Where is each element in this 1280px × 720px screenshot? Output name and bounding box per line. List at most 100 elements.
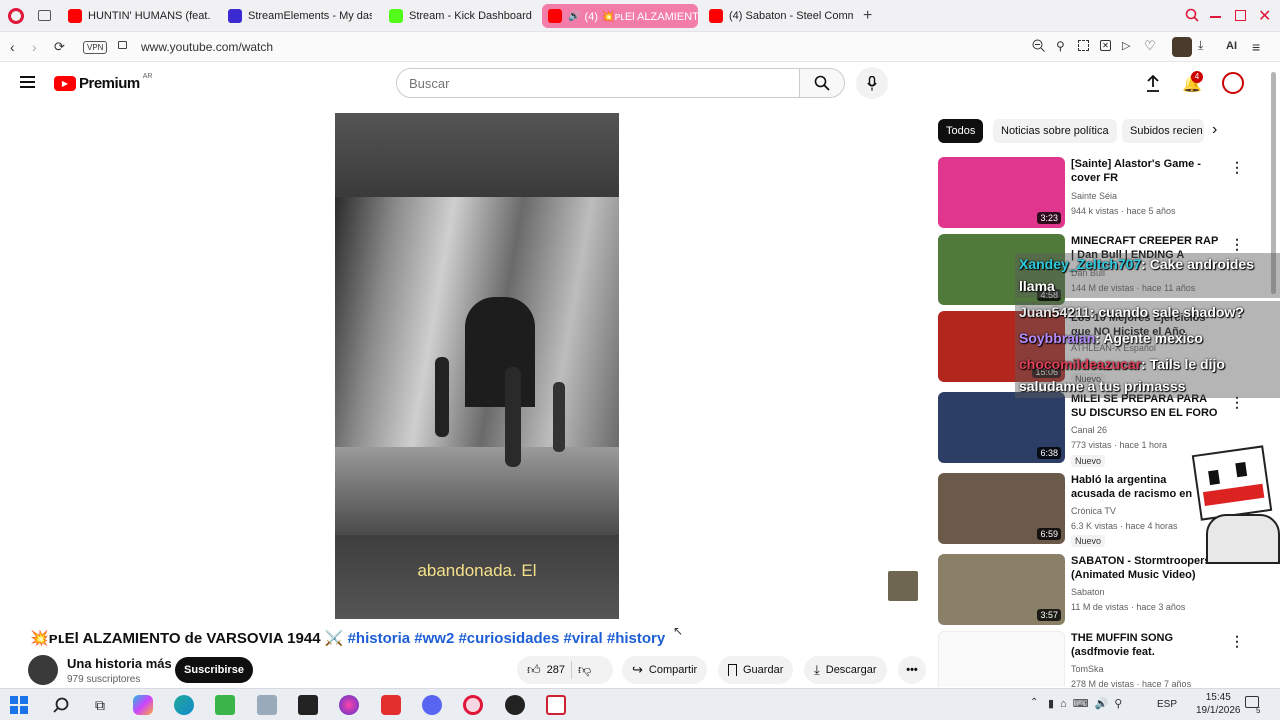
duration-badge: 3:23 <box>1037 212 1061 224</box>
app-icon[interactable] <box>546 695 566 715</box>
download-label: Descargar <box>825 664 877 676</box>
recommendation-title[interactable]: [Sainte] Alastor's Game - cover FR <box>1071 157 1221 185</box>
heart-icon[interactable]: ♡ <box>1144 38 1156 54</box>
chip-subidos[interactable]: Subidos recien <box>1122 119 1204 143</box>
recommendation-channel[interactable]: Sainte Séia <box>1071 191 1117 201</box>
profile-avatar-icon[interactable] <box>1172 37 1192 57</box>
ai-label[interactable]: AI <box>1226 40 1237 52</box>
kebab-menu-icon[interactable]: ⋮ <box>1230 237 1244 251</box>
miniplayer-thumbnail[interactable] <box>888 571 918 601</box>
video-thumbnail[interactable]: 6:38 <box>938 392 1065 463</box>
obs-icon[interactable] <box>505 695 525 715</box>
tab-label: StreamElements - My dash <box>248 10 372 22</box>
kebab-menu-icon[interactable]: ⋮ <box>1230 160 1244 174</box>
download-icon[interactable]: ⤓ <box>1198 38 1203 53</box>
speaker-icon[interactable]: 🔊 <box>568 11 580 22</box>
player-icon[interactable]: ▷ <box>1122 39 1130 52</box>
building-arch <box>465 297 535 407</box>
video-thumbnail[interactable]: 6:59 <box>938 473 1065 544</box>
search-tabs-icon[interactable] <box>1185 8 1199 22</box>
app-icon[interactable] <box>298 695 318 715</box>
app-icon[interactable] <box>381 695 401 715</box>
kebab-menu-icon[interactable]: ⋮ <box>1230 634 1244 648</box>
like-button[interactable]: 👍︎ 287 <box>527 662 565 678</box>
search-input[interactable] <box>396 68 800 98</box>
new-tab-icon[interactable]: + <box>863 7 872 25</box>
tab-sabaton[interactable]: (4) Sabaton - Steel Comm <box>703 4 853 28</box>
recommendation-item[interactable]: 3:23 [Sainte] Alastor's Game - cover FR … <box>938 157 1268 229</box>
chat-text: : Tails le dijo <box>1141 356 1225 372</box>
chip-todos[interactable]: Todos <box>938 119 984 143</box>
back-icon[interactable]: ‹ <box>10 39 15 55</box>
video-player[interactable]: abandonada. El <box>335 113 619 619</box>
pin-icon[interactable]: ⚲ <box>1056 39 1065 53</box>
account-avatar-icon[interactable] <box>1222 72 1244 94</box>
channel-avatar[interactable] <box>28 655 58 685</box>
tab-streamelements[interactable]: StreamElements - My dash <box>222 4 372 28</box>
tab-kick-dashboard[interactable]: Stream - Kick Dashboard <box>383 4 533 28</box>
dislike-button[interactable]: 👎︎ <box>578 662 591 678</box>
menu-icon[interactable]: ≡ <box>1252 39 1260 55</box>
recommendation-channel[interactable]: TomSka <box>1071 664 1104 674</box>
recommendation-channel[interactable]: Canal 26 <box>1071 425 1107 435</box>
upload-icon[interactable] <box>1145 74 1161 92</box>
recommendation-item[interactable]: THE MUFFIN SONG (asdfmovie feat. Schmoyo… <box>938 631 1268 687</box>
search-icon[interactable] <box>51 695 71 715</box>
recommendation-channel[interactable]: Sabaton <box>1071 587 1105 597</box>
opera-icon[interactable] <box>463 695 483 715</box>
app-icon[interactable] <box>339 695 359 715</box>
recommendation-item[interactable]: 3:57 SABATON - Stormtroopers (Animated M… <box>938 554 1268 626</box>
video-hashtags[interactable]: #historia #ww2 #curiosidades #viral #his… <box>348 630 666 647</box>
channel-name[interactable]: Una historia más <box>67 656 172 671</box>
tray-chevron-icon[interactable]: ⌃ <box>1030 697 1038 708</box>
url-text[interactable]: www.youtube.com/watch <box>141 40 273 54</box>
chat-message: chocomildeazucar: Tails le dijo <box>1019 356 1225 372</box>
more-horizontal-icon: ••• <box>906 664 918 676</box>
zoom-out-icon[interactable] <box>1032 39 1045 52</box>
lock-icon[interactable] <box>118 41 127 49</box>
language-indicator[interactable]: ESP <box>1157 699 1177 710</box>
adblock-icon[interactable]: ✕ <box>1100 40 1111 51</box>
video-thumbnail[interactable] <box>938 631 1065 687</box>
more-actions-button[interactable]: ••• <box>898 656 926 684</box>
chip-noticias[interactable]: Noticias sobre política <box>993 119 1117 143</box>
soldier-figure <box>435 357 449 437</box>
avatar-mouth <box>1202 483 1265 506</box>
tray-icons[interactable]: ▮⌂⌨🔊⚲ <box>1048 697 1128 710</box>
voice-search-button[interactable] <box>856 67 888 99</box>
share-button[interactable]: ↪ Compartir <box>622 656 708 684</box>
recommendation-title[interactable]: THE MUFFIN SONG (asdfmovie feat. Schmoyo… <box>1071 631 1221 659</box>
search-button[interactable] <box>799 68 845 98</box>
edge-icon[interactable] <box>174 695 194 715</box>
subscribe-button[interactable]: Suscribirse <box>175 657 253 683</box>
tab-alzamiento-active[interactable]: 🔊 (4) 💥ᴘʟEl ALZAMIENT <box>542 4 698 28</box>
youtube-logo[interactable]: ▶ Premium AR <box>54 73 152 92</box>
vpn-badge[interactable]: VPN <box>83 41 108 54</box>
copilot-icon[interactable] <box>133 695 153 715</box>
reload-icon[interactable]: ⟳ <box>54 39 65 55</box>
system-clock[interactable]: 15:45 19/1/2026 <box>1196 691 1241 717</box>
forward-icon[interactable]: › <box>32 39 37 55</box>
discord-icon[interactable] <box>422 695 442 715</box>
task-view-icon[interactable]: ⧉ <box>90 695 110 715</box>
maximize-icon[interactable] <box>1235 10 1246 21</box>
store-icon[interactable] <box>215 695 235 715</box>
video-thumbnail[interactable]: 3:23 <box>938 157 1065 228</box>
close-window-icon[interactable]: ✕ <box>1258 6 1271 26</box>
app-icon[interactable] <box>257 695 277 715</box>
minimize-icon[interactable] <box>1210 16 1221 18</box>
video-thumbnail[interactable]: 3:57 <box>938 554 1065 625</box>
recommendation-channel[interactable]: Crónica TV <box>1071 506 1116 516</box>
opera-logo-icon[interactable] <box>8 8 24 24</box>
chat-text: llama <box>1019 278 1055 294</box>
snapshot-icon[interactable] <box>1078 40 1089 51</box>
download-button[interactable]: ⤓ Descargar <box>804 656 887 684</box>
chevron-right-icon[interactable]: › <box>1212 121 1217 139</box>
recommendation-title[interactable]: Habló la argentina acusada de racismo en… <box>1071 473 1201 501</box>
windows-start-icon[interactable] <box>10 696 28 714</box>
chat-user: Xandey_Zeltch707 <box>1019 256 1142 272</box>
save-button[interactable]: Guardar <box>718 656 794 684</box>
tab-huntin-humans[interactable]: HUNTIN' HUMANS (feat. J <box>62 4 212 28</box>
hamburger-menu-icon[interactable] <box>20 76 35 88</box>
workspace-icon[interactable] <box>38 10 51 21</box>
